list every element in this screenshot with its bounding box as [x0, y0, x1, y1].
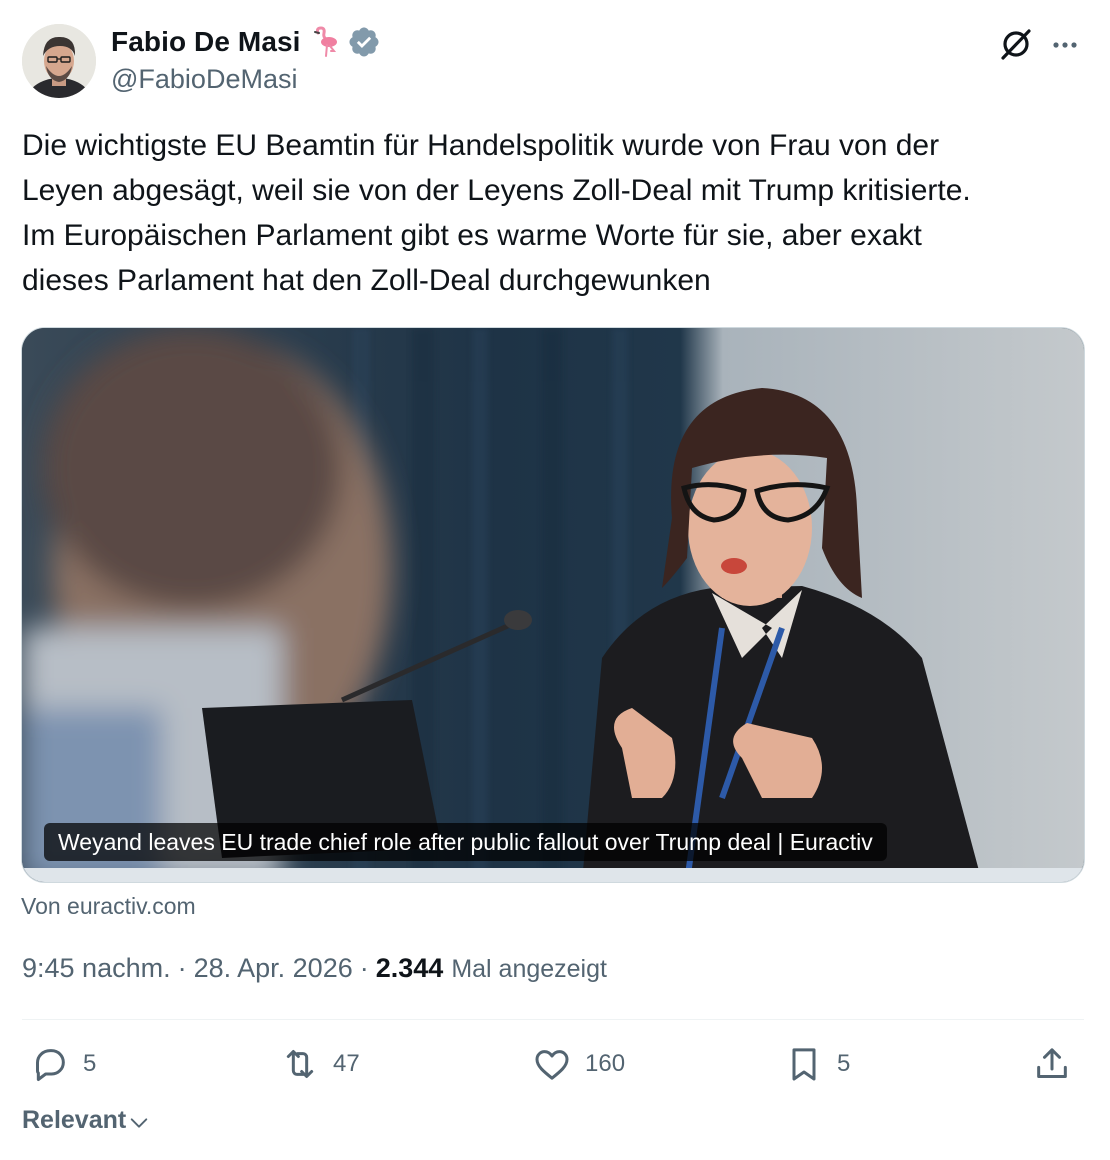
- grok-icon[interactable]: [998, 26, 1034, 62]
- meta-separator: ·: [177, 953, 187, 983]
- sort-dropdown[interactable]: Relevant: [22, 1106, 150, 1135]
- sort-label: Relevant: [22, 1106, 127, 1134]
- reply-count: 5: [83, 1050, 97, 1077]
- author-name-row: Fabio De Masi: [111, 24, 381, 60]
- reply-button[interactable]: 5: [30, 1040, 96, 1088]
- link-card[interactable]: Weyand leaves EU trade chief role after …: [21, 327, 1085, 883]
- bookmark-button[interactable]: 5: [784, 1040, 850, 1088]
- author-name[interactable]: Fabio De Masi: [111, 26, 301, 58]
- views-count[interactable]: 2.344: [376, 953, 444, 984]
- like-button[interactable]: 160: [532, 1040, 625, 1088]
- bookmark-count: 5: [837, 1050, 851, 1077]
- heart-icon: [535, 1050, 569, 1080]
- avatar[interactable]: [22, 24, 96, 98]
- bookmark-icon: [792, 1048, 816, 1081]
- link-card-image: [22, 328, 1084, 882]
- share-button[interactable]: [1032, 1040, 1072, 1088]
- tweet-text: Die wichtigste EU Beamtin für Handelspol…: [22, 129, 971, 297]
- tweet-meta: 9:45 nachm. · 28. Apr. 2026 · 2.344 Mal …: [22, 953, 607, 984]
- divider: [22, 1019, 1084, 1020]
- repost-count: 47: [333, 1050, 360, 1077]
- tweet-time[interactable]: 9:45 nachm.: [22, 953, 171, 984]
- tweet-date[interactable]: 28. Apr. 2026: [194, 953, 353, 984]
- verified-badge-icon[interactable]: [347, 25, 381, 59]
- more-options-icon[interactable]: [1050, 30, 1080, 60]
- reply-icon: [36, 1049, 65, 1081]
- action-bar: 5 47 160 5: [22, 1040, 1084, 1088]
- flamingo-icon: [313, 26, 337, 57]
- share-icon: [1037, 1048, 1067, 1078]
- repost-icon: [286, 1050, 314, 1078]
- chevron-down-icon: [130, 1117, 148, 1128]
- views-label[interactable]: Mal angezeigt: [451, 955, 607, 984]
- link-source[interactable]: Von euractiv.com: [21, 893, 196, 920]
- tweet-header: Fabio De Masi @FabioDeMasi: [22, 22, 1084, 98]
- repost-button[interactable]: 47: [280, 1040, 360, 1088]
- author-handle[interactable]: @FabioDeMasi: [111, 64, 297, 95]
- meta-separator: ·: [359, 953, 369, 983]
- like-count: 160: [585, 1050, 626, 1077]
- link-card-caption: Weyand leaves EU trade chief role after …: [44, 823, 887, 861]
